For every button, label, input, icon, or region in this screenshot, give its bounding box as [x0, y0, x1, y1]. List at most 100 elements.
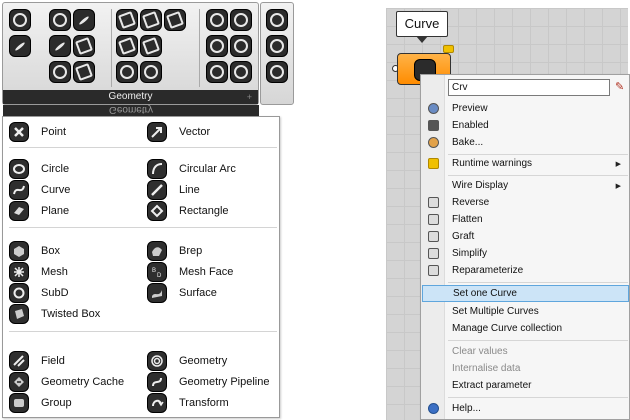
geometry-icon	[147, 351, 167, 371]
menu-item-wire-display[interactable]: Wire Display ▶	[422, 177, 629, 194]
menu-item-plane[interactable]: Plane	[9, 201, 69, 221]
menu-item-label: Extract parameter	[452, 380, 532, 391]
menu-item-circular-arc[interactable]: Circular Arc	[147, 159, 236, 179]
component-tooltip: Curve	[396, 11, 448, 37]
menu-item-bake[interactable]: Bake...	[422, 134, 629, 151]
menu-item-set-one-curve[interactable]: Set one Curve	[422, 285, 629, 302]
menu-item-geometry-cache[interactable]: Geometry Cache	[9, 372, 124, 392]
menu-item-curve[interactable]: Curve	[9, 180, 70, 200]
toolbar-title-bar[interactable]: Geometry +	[3, 90, 258, 104]
curve-icon[interactable]	[49, 61, 71, 83]
menu-item-vector[interactable]: Vector	[147, 122, 210, 142]
menu-item-enabled[interactable]: Enabled	[422, 117, 629, 134]
circle-icon[interactable]	[49, 9, 71, 31]
menu-item-label: Vector	[179, 126, 211, 138]
menu-item-rectangle[interactable]: Rectangle	[147, 201, 229, 221]
geometry-pipeline-icon	[147, 372, 167, 392]
svg-text:B: B	[152, 268, 156, 274]
mesh-face-icon[interactable]	[140, 35, 162, 57]
menu-item-label: Rectangle	[179, 205, 229, 217]
point-icon[interactable]	[9, 9, 31, 31]
menu-item-box[interactable]: Box	[9, 241, 60, 261]
menu-item-transform[interactable]: Transform	[147, 393, 229, 413]
plane-icon[interactable]	[73, 35, 95, 57]
menu-item-set-multiple-curves[interactable]: Set Multiple Curves	[422, 303, 629, 320]
menu-item-label: Circle	[41, 163, 70, 175]
subd-icon[interactable]	[140, 61, 162, 83]
toolbar-divider	[199, 9, 200, 87]
geometry-pipeline-icon[interactable]	[230, 9, 252, 31]
menu-item-internalise-data: Internalise data	[422, 360, 629, 377]
menu-item-flatten[interactable]: Flatten	[422, 211, 629, 228]
menu-item-brep[interactable]: Brep	[147, 241, 202, 261]
circular-arc-icon	[147, 159, 167, 179]
menu-item-group[interactable]: Group	[9, 393, 72, 413]
circular-arc-icon[interactable]	[49, 35, 71, 57]
toolbar-title-reflection: Geometry	[3, 105, 259, 116]
menu-separator	[448, 175, 628, 176]
param-icon[interactable]	[266, 35, 288, 57]
menu-item-point[interactable]: Point	[9, 122, 66, 142]
warning-icon	[427, 158, 439, 169]
transform-icon[interactable]	[230, 61, 252, 83]
menu-item-reverse[interactable]: Reverse	[422, 194, 629, 211]
menu-item-mesh[interactable]: Mesh	[9, 262, 68, 282]
menu-item-extract-parameter[interactable]: Extract parameter	[422, 377, 629, 394]
menu-item-label: Twisted Box	[41, 308, 101, 320]
geometry-icon[interactable]	[206, 35, 228, 57]
menu-item-label: Mesh Face	[179, 266, 234, 278]
menu-separator	[448, 340, 628, 341]
brep-icon[interactable]	[140, 9, 162, 31]
menu-separator	[448, 397, 628, 398]
menu-item-subd[interactable]: SubD	[9, 283, 69, 303]
menu-item-label: Box	[41, 245, 60, 257]
twisted-box-icon[interactable]	[164, 9, 186, 31]
toolbar-divider	[111, 9, 112, 87]
rectangle-icon[interactable]	[73, 61, 95, 83]
menu-item-graft[interactable]: Graft	[422, 228, 629, 245]
menu-item-twisted-box[interactable]: Twisted Box	[9, 304, 100, 324]
curve-icon	[9, 180, 29, 200]
menu-item-manage-collection[interactable]: Manage Curve collection	[422, 320, 629, 337]
menu-item-label: Brep	[179, 245, 203, 257]
vector-icon	[147, 122, 167, 142]
menu-item-geometry[interactable]: Geometry	[147, 351, 227, 371]
field-icon[interactable]	[206, 9, 228, 31]
menu-item-mesh-face[interactable]: BD Mesh Face	[147, 262, 233, 282]
brep-icon	[147, 241, 167, 261]
point-icon	[9, 122, 29, 142]
param-icon[interactable]	[266, 61, 288, 83]
menu-item-label: Set Multiple Curves	[452, 306, 539, 317]
box-icon[interactable]	[116, 9, 138, 31]
param-icon[interactable]	[266, 9, 288, 31]
menu-item-simplify[interactable]: Simplify	[422, 245, 629, 262]
menu-item-label: Transform	[179, 397, 229, 409]
menu-item-label: Field	[41, 355, 65, 367]
line-icon[interactable]	[73, 9, 95, 31]
mesh-icon[interactable]	[116, 61, 138, 83]
group-icon[interactable]	[206, 61, 228, 83]
menu-item-runtime-warnings[interactable]: Runtime warnings ▶	[422, 155, 629, 172]
surface-icon[interactable]	[116, 35, 138, 57]
menu-item-geometry-pipeline[interactable]: Geometry Pipeline	[147, 372, 270, 392]
mesh-face-icon: BD	[147, 262, 167, 282]
svg-text:D: D	[157, 273, 162, 279]
expand-icon[interactable]: +	[247, 90, 252, 104]
geometry-cache-icon[interactable]	[230, 35, 252, 57]
context-menu: Crv ✎ Preview Enabled Bake... Runtime wa…	[420, 74, 630, 420]
menu-item-reparameterize[interactable]: Reparameterize	[422, 262, 629, 279]
menu-item-label: Simplify	[452, 248, 488, 259]
menu-item-preview[interactable]: Preview	[422, 100, 629, 117]
circle-icon	[9, 159, 29, 179]
nickname-input[interactable]: Crv	[448, 79, 610, 96]
menu-item-circle[interactable]: Circle	[9, 159, 69, 179]
menu-item-help[interactable]: Help...	[422, 400, 629, 417]
eraser-icon[interactable]: ✎	[615, 80, 627, 94]
menu-item-field[interactable]: Field	[9, 351, 65, 371]
vector-icon[interactable]	[9, 35, 31, 57]
submenu-arrow-icon: ▶	[615, 160, 621, 168]
menu-item-line[interactable]: Line	[147, 180, 200, 200]
adjacent-toolbar	[260, 2, 294, 105]
menu-item-surface[interactable]: Surface	[147, 283, 217, 303]
menu-item-label: Reverse	[452, 197, 490, 208]
